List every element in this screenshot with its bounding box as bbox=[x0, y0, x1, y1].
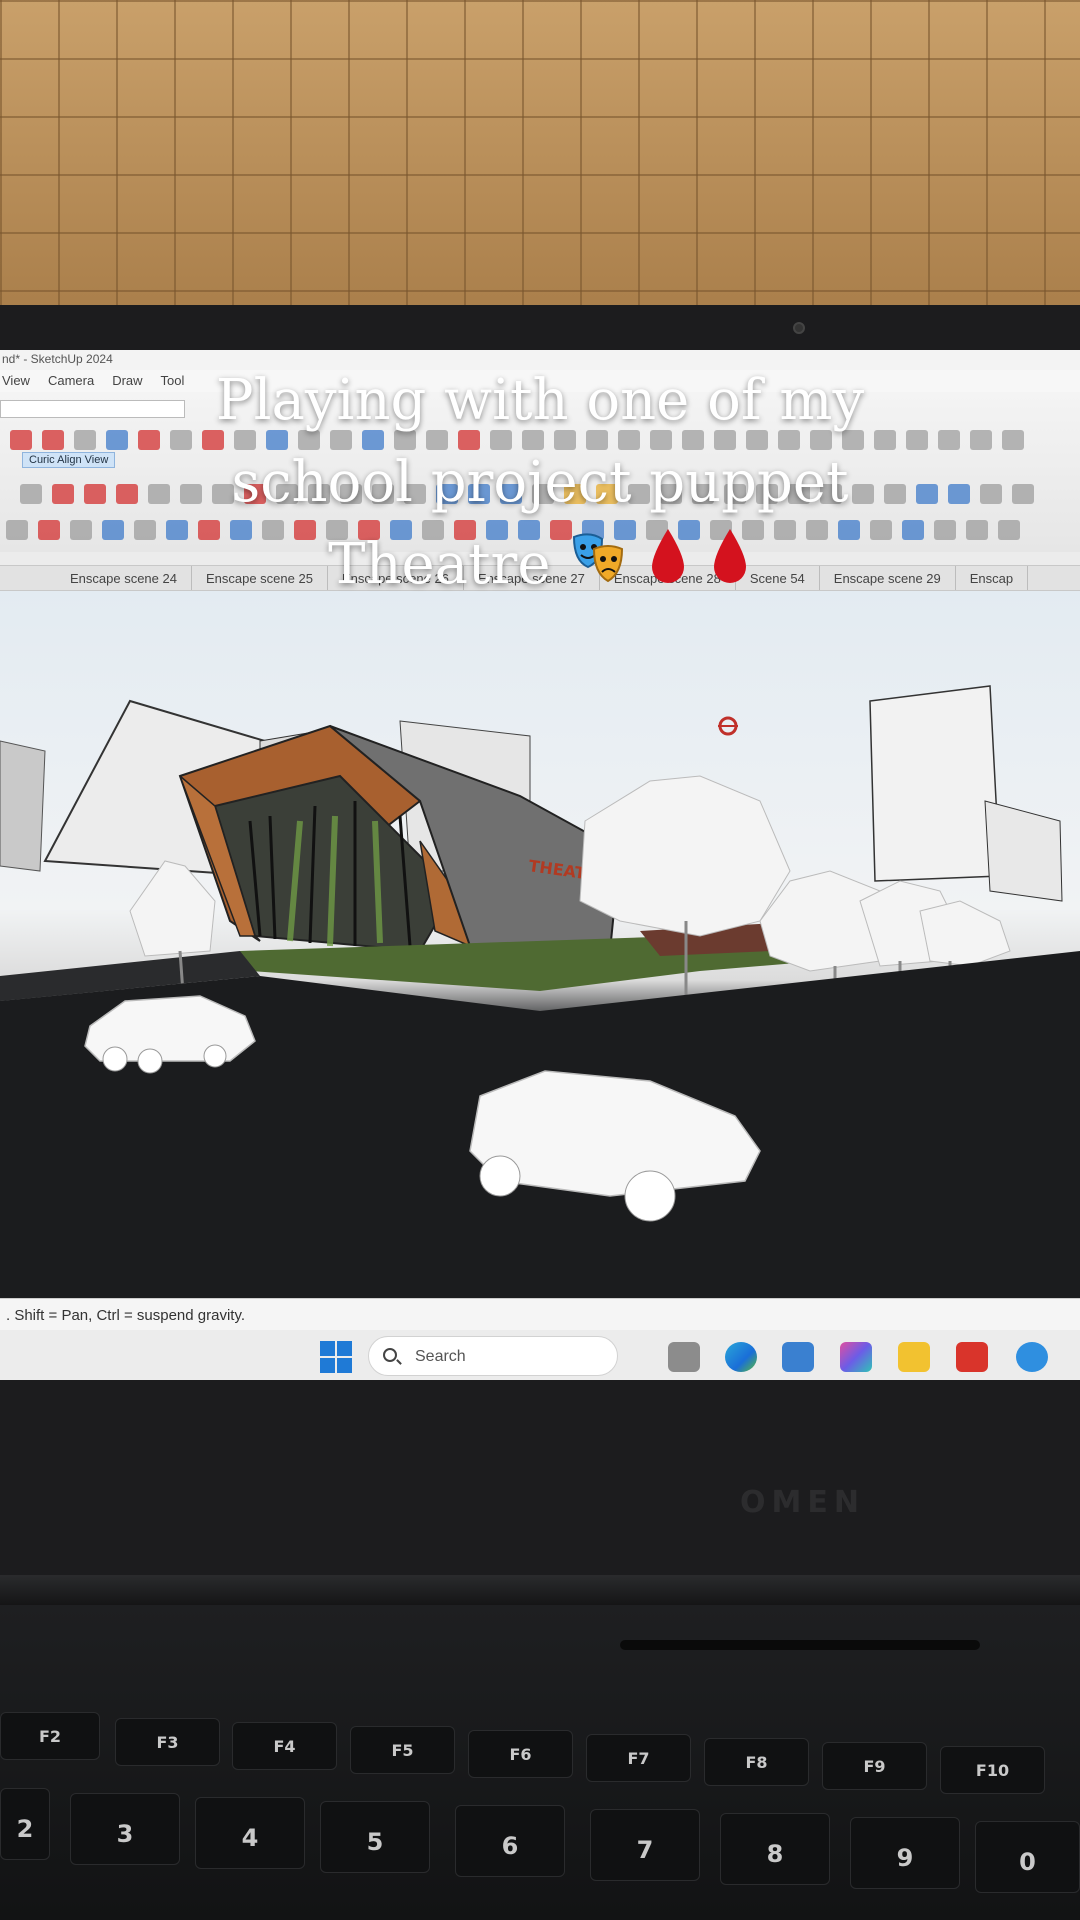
tool-icon[interactable] bbox=[1002, 430, 1024, 450]
align-view-button[interactable]: Curic Align View bbox=[22, 452, 116, 468]
help-icon[interactable] bbox=[1016, 1342, 1048, 1372]
key-f5[interactable]: F5 bbox=[350, 1726, 455, 1774]
blood-drop-icon bbox=[646, 527, 690, 610]
webcam bbox=[793, 322, 805, 334]
tool-icon[interactable] bbox=[970, 430, 992, 450]
tool-icon[interactable] bbox=[10, 430, 32, 450]
brand-logo: OMEN bbox=[740, 1485, 865, 1520]
status-bar: . Shift = Pan, Ctrl = suspend gravity. bbox=[0, 1298, 1080, 1330]
search-icon bbox=[383, 1348, 397, 1362]
speaker-grille bbox=[620, 1640, 980, 1650]
key-7[interactable]: 7 bbox=[590, 1809, 700, 1881]
wps-icon[interactable] bbox=[956, 1342, 988, 1372]
windows-taskbar: Search bbox=[0, 1330, 1080, 1380]
tool-icon[interactable] bbox=[980, 484, 1002, 504]
key-f10[interactable]: F10 bbox=[940, 1746, 1045, 1794]
laptop-hinge bbox=[0, 1575, 1080, 1605]
blood-drop-icon bbox=[708, 527, 752, 610]
search-input[interactable]: Search bbox=[368, 1336, 618, 1376]
store-icon[interactable] bbox=[782, 1342, 814, 1372]
building-model: THEATER bbox=[0, 685, 1080, 1298]
tool-icon[interactable] bbox=[998, 520, 1020, 540]
key-f4[interactable]: F4 bbox=[232, 1722, 337, 1770]
tool-icon[interactable] bbox=[6, 520, 28, 540]
tool-icon[interactable] bbox=[42, 430, 64, 450]
caption-text: Playing with one of my school project pu… bbox=[215, 368, 865, 597]
file-explorer-icon[interactable] bbox=[898, 1342, 930, 1372]
lock-icon[interactable] bbox=[52, 484, 74, 504]
tool-icon[interactable] bbox=[74, 430, 96, 450]
key-f8[interactable]: F8 bbox=[704, 1738, 809, 1786]
edge-icon[interactable] bbox=[725, 1342, 757, 1372]
key-8[interactable]: 8 bbox=[720, 1813, 830, 1885]
search-label: Search bbox=[415, 1348, 466, 1365]
copilot-icon[interactable] bbox=[840, 1342, 872, 1372]
key-9[interactable]: 9 bbox=[850, 1817, 960, 1889]
key-f3[interactable]: F3 bbox=[115, 1718, 220, 1766]
tool-icon[interactable] bbox=[70, 520, 92, 540]
menu-view[interactable]: View bbox=[2, 373, 30, 392]
scene-tab[interactable]: Enscap bbox=[956, 566, 1029, 590]
move-tool-icon[interactable] bbox=[20, 484, 42, 504]
model-viewport[interactable]: THEATER bbox=[0, 591, 1080, 1298]
key-f9[interactable]: F9 bbox=[822, 1742, 927, 1790]
video-caption: Playing with one of my school project pu… bbox=[120, 360, 960, 610]
key-f2[interactable]: F2 bbox=[0, 1712, 100, 1760]
tool-icon[interactable] bbox=[1012, 484, 1034, 504]
menu-camera[interactable]: Camera bbox=[48, 373, 94, 392]
key-3[interactable]: 3 bbox=[70, 1793, 180, 1865]
key-f7[interactable]: F7 bbox=[586, 1734, 691, 1782]
key-6[interactable]: 6 bbox=[455, 1805, 565, 1877]
tool-icon[interactable] bbox=[84, 484, 106, 504]
background-wall bbox=[0, 0, 1080, 320]
key-5[interactable]: 5 bbox=[320, 1801, 430, 1873]
task-view-icon[interactable] bbox=[668, 1342, 700, 1372]
key-2[interactable]: 2 bbox=[0, 1788, 50, 1860]
performing-arts-icon bbox=[568, 527, 628, 610]
key-f6[interactable]: F6 bbox=[468, 1730, 573, 1778]
tool-icon[interactable] bbox=[966, 520, 988, 540]
pencil-icon[interactable] bbox=[38, 520, 60, 540]
key-4[interactable]: 4 bbox=[195, 1797, 305, 1869]
key-0[interactable]: 0 bbox=[975, 1821, 1080, 1893]
start-icon[interactable] bbox=[320, 1341, 352, 1373]
